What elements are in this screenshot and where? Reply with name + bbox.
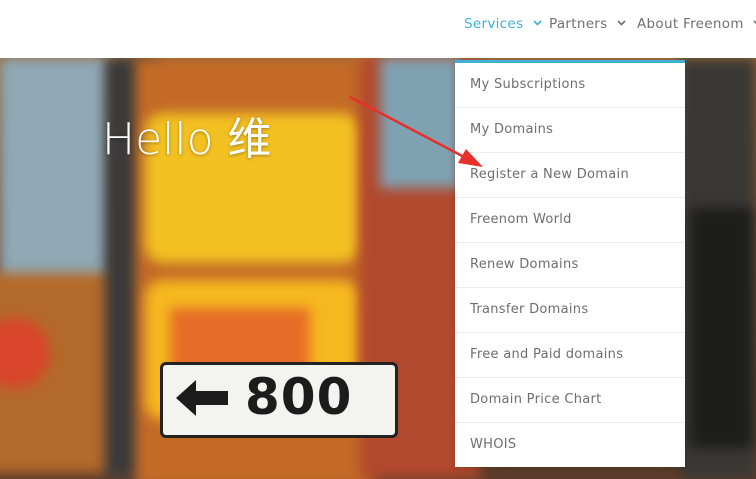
left-arrow-icon xyxy=(176,380,228,420)
hero-bg-shape xyxy=(690,208,752,448)
menu-item-free-and-paid-domains[interactable]: Free and Paid domains xyxy=(455,333,685,378)
chevron-down-icon xyxy=(533,20,542,26)
menu-item-freenom-world[interactable]: Freenom World xyxy=(455,198,685,243)
chevron-down-icon xyxy=(617,20,626,26)
top-navigation: Services Partners About Freenom xyxy=(0,0,756,58)
hero-bg-shape xyxy=(0,58,110,288)
menu-item-renew-domains[interactable]: Renew Domains xyxy=(455,243,685,288)
menu-item-my-subscriptions[interactable]: My Subscriptions xyxy=(455,63,685,108)
menu-item-transfer-domains[interactable]: Transfer Domains xyxy=(455,288,685,333)
sign-number: 800 xyxy=(245,368,353,426)
menu-item-my-domains[interactable]: My Domains xyxy=(455,108,685,153)
hero-title: Hello 维 xyxy=(102,114,272,165)
menu-item-domain-price-chart[interactable]: Domain Price Chart xyxy=(455,378,685,423)
nav-about-freenom[interactable]: About Freenom xyxy=(637,16,756,32)
hero-bg-shape xyxy=(380,58,460,188)
menu-item-register-new-domain[interactable]: Register a New Domain xyxy=(455,153,685,198)
nav-partners[interactable]: Partners xyxy=(549,16,626,32)
services-dropdown-menu: My Subscriptions My Domains Register a N… xyxy=(455,60,685,467)
nav-partners-label: Partners xyxy=(549,16,608,32)
menu-item-whois[interactable]: WHOIS xyxy=(455,423,685,467)
nav-services-label: Services xyxy=(464,16,524,32)
nav-services[interactable]: Services xyxy=(464,16,542,32)
nav-about-label: About Freenom xyxy=(637,16,744,32)
